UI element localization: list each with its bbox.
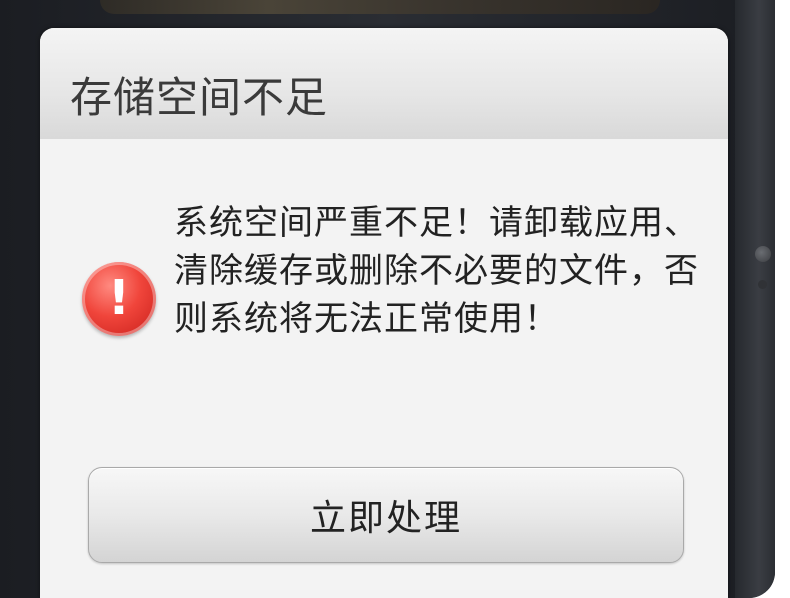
warning-exclamation-icon: ! — [82, 262, 156, 336]
phone-side-bezel — [735, 0, 775, 598]
background-wallpaper — [100, 0, 660, 14]
dialog-title-bar: 存储空间不足 — [40, 28, 728, 148]
light-sensor — [758, 280, 767, 289]
handle-now-button[interactable]: 立即处理 — [88, 467, 684, 563]
proximity-sensor — [755, 246, 771, 262]
dialog-body: ! 系统空间严重不足！请卸载应用、清除缓存或删除不必要的文件，否则系统将无法正常… — [40, 138, 728, 598]
dialog-title: 存储空间不足 — [70, 73, 329, 122]
dialog-message: 系统空间严重不足！请卸载应用、清除缓存或删除不必要的文件，否则系统将无法正常使用… — [174, 203, 699, 339]
exclamation-mark: ! — [108, 270, 130, 326]
storage-warning-dialog: 存储空间不足 ! 系统空间严重不足！请卸载应用、清除缓存或删除不必要的文件，否则… — [40, 28, 728, 598]
